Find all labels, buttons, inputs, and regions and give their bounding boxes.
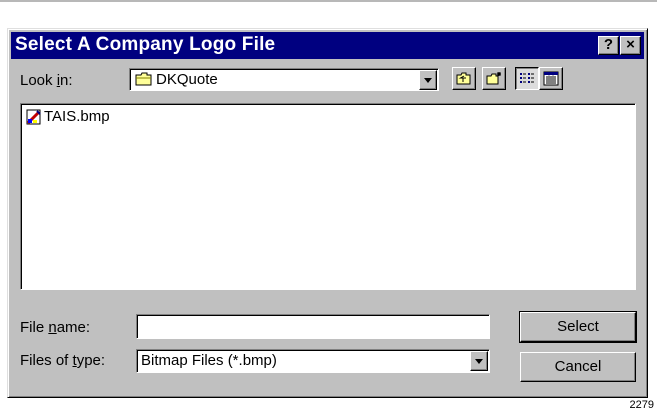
cancel-button[interactable]: Cancel	[520, 352, 636, 382]
list-view-button[interactable]	[515, 67, 539, 90]
look-in-label: Look in:	[20, 72, 73, 89]
file-name: TAIS.bmp	[44, 108, 110, 125]
help-button[interactable]: ?	[598, 36, 619, 55]
figure-number: 2279	[629, 399, 654, 411]
look-in-dropdown-button[interactable]	[419, 70, 437, 90]
up-one-level-button[interactable]	[452, 67, 476, 90]
new-folder-icon	[486, 71, 503, 90]
details-view-button[interactable]	[539, 67, 563, 90]
file-type-label: Files of type:	[20, 352, 106, 369]
details-view-icon	[543, 71, 559, 90]
file-name-input[interactable]	[136, 314, 490, 339]
top-rule	[0, 0, 657, 2]
dialog-title: Select A Company Logo File	[15, 34, 276, 55]
bitmap-file-icon	[25, 108, 43, 130]
close-button[interactable]: ×	[620, 36, 641, 55]
list-view-icon	[519, 71, 535, 90]
look-in-combo[interactable]: DKQuote	[129, 68, 439, 91]
file-type-value: Bitmap Files (*.bmp)	[141, 352, 277, 369]
select-button[interactable]: Select	[519, 311, 637, 343]
file-list[interactable]: TAIS.bmp	[20, 103, 636, 290]
look-in-value: DKQuote	[156, 71, 218, 88]
new-folder-button[interactable]	[482, 67, 506, 90]
file-name-label: File name:	[20, 319, 91, 336]
file-dialog: Select A Company Logo File ? × Look in: …	[7, 28, 648, 398]
file-type-combo[interactable]: Bitmap Files (*.bmp)	[136, 349, 490, 373]
title-bar: Select A Company Logo File ? ×	[11, 32, 644, 59]
folder-icon	[135, 72, 153, 91]
file-type-dropdown-button[interactable]	[470, 351, 488, 371]
up-one-level-icon	[456, 71, 472, 90]
